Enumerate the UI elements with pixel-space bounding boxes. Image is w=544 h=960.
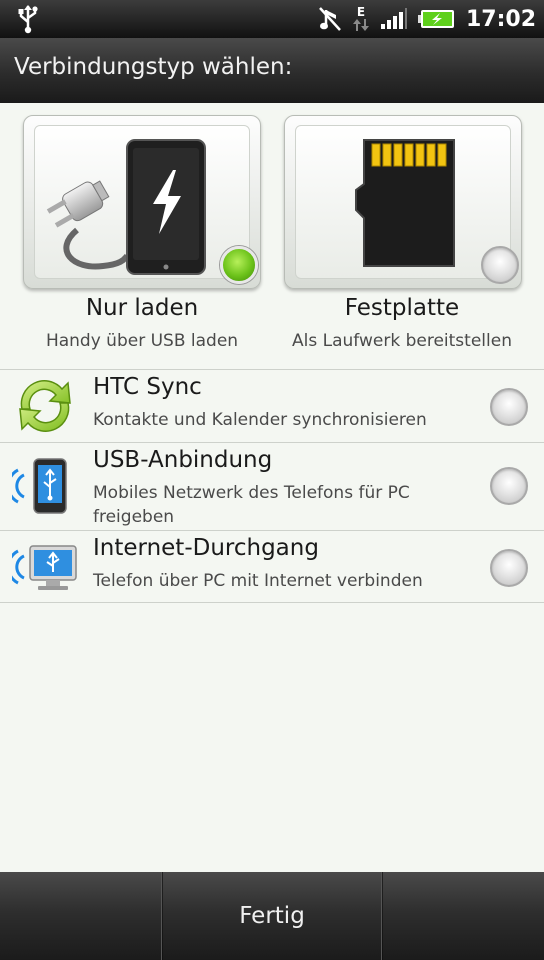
usb-icon: [18, 5, 38, 34]
signal-icon: [380, 8, 407, 29]
dialog-header: Verbindungstyp wählen:: [0, 38, 544, 103]
option-disk-drive-tile[interactable]: [284, 115, 522, 289]
status-bar: E 17:02: [0, 0, 544, 38]
network-type-label: E: [356, 4, 366, 19]
list-item-internet-pass-through[interactable]: Internet-Durchgang Telefon über PC mit I…: [0, 530, 544, 603]
mute-icon: [319, 7, 341, 31]
battery-charging-icon: [417, 10, 454, 28]
done-button[interactable]: Fertig: [163, 872, 381, 960]
usb-tethering-radio[interactable]: [490, 467, 528, 505]
clock: 17:02: [465, 6, 536, 32]
list-item-usb-tethering[interactable]: USB-Anbindung Mobiles Netzwerk des Telef…: [0, 442, 544, 530]
option-charge-only-tile[interactable]: [23, 115, 261, 289]
connection-type-list: Nur laden Handy über USB laden Festplatt…: [0, 103, 544, 872]
sync-icon: [19, 380, 71, 432]
list-item-htc-sync[interactable]: HTC Sync Kontakte und Kalender synchroni…: [0, 369, 544, 442]
data-arrows-icon: E: [352, 4, 370, 32]
internet-pass-through-radio[interactable]: [490, 549, 528, 587]
phone-charger-icon: [46, 139, 206, 275]
option-charge-only-label: Nur laden: [85, 295, 199, 321]
option-disk-drive-radio[interactable]: [481, 246, 519, 284]
sd-card-icon: [355, 139, 455, 267]
bottom-action-bar: Fertig: [0, 872, 544, 960]
internet-pass-through-icon: [12, 545, 77, 590]
divider: [381, 872, 383, 960]
list-item-subtitle: Kontakte und Kalender synchronisieren: [93, 410, 427, 430]
page-title: Verbindungstyp wählen:: [14, 54, 293, 80]
option-disk-drive-sublabel: Als Laufwerk bereitstellen: [292, 331, 512, 351]
connection-option-list: HTC Sync Kontakte und Kalender synchroni…: [0, 369, 544, 603]
option-disk-drive-label: Festplatte: [344, 295, 460, 321]
usb-tethering-icon: [12, 458, 67, 514]
option-charge-only-radio[interactable]: [220, 246, 258, 284]
list-item-subtitle: Telefon über PC mit Internet verbinden: [93, 571, 423, 591]
list-item-title: USB-Anbindung: [93, 447, 273, 473]
list-item-title: Internet-Durchgang: [93, 535, 319, 561]
htc-sync-radio[interactable]: [490, 388, 528, 426]
list-item-subtitle: Mobiles Netzwerk des Telefons für PC fre…: [93, 483, 410, 527]
list-item-title: HTC Sync: [93, 374, 202, 400]
option-charge-only-sublabel: Handy über USB laden: [45, 331, 239, 351]
